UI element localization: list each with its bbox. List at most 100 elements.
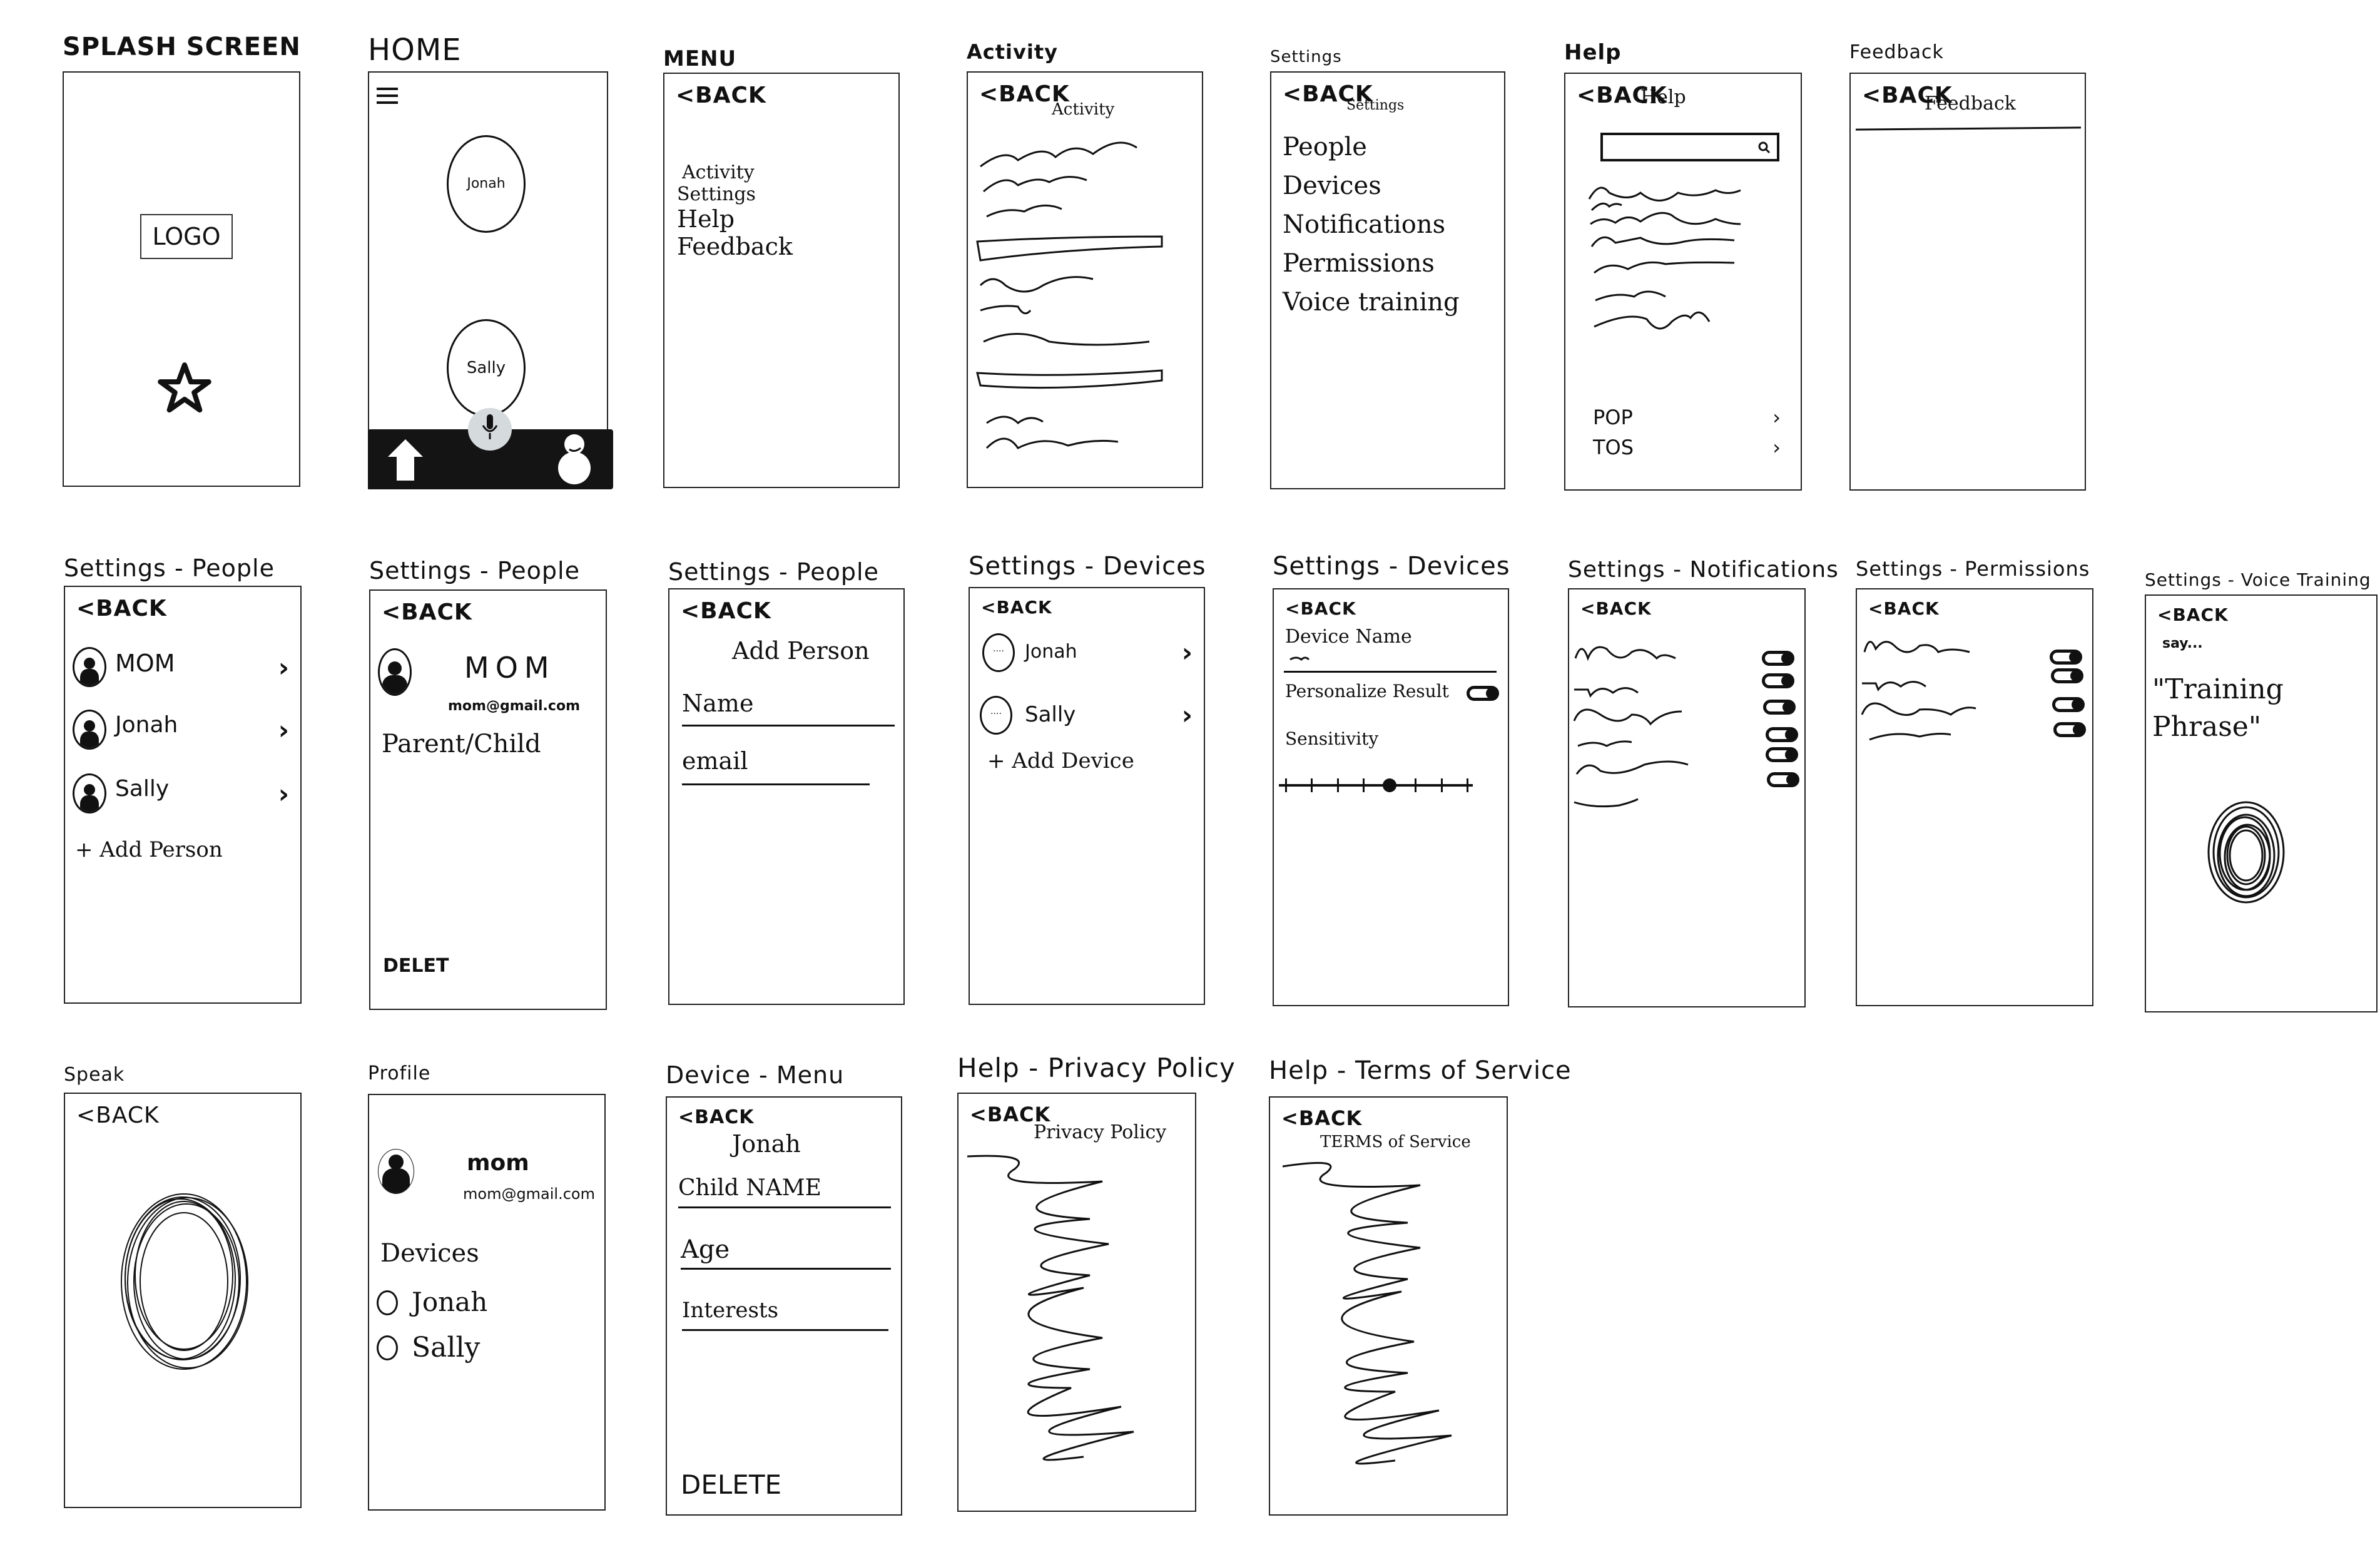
menu-list: Activity Settings Help Feedback	[677, 161, 793, 260]
phone-frame: <BACK	[1856, 588, 2093, 1006]
interests-field[interactable]: Interests	[682, 1298, 888, 1331]
phone-frame: <BACK Settings People Devices Notificati…	[1270, 71, 1505, 489]
delete-device-button[interactable]: DELETE	[681, 1469, 781, 1500]
permission-toggle[interactable]	[2052, 697, 2085, 712]
screen-caption: Feedback	[1849, 41, 1944, 63]
add-person-button[interactable]: + Add Person	[75, 837, 223, 862]
settings-item-voice-training[interactable]: Voice training	[1283, 283, 1460, 322]
help-link-terms-of-service[interactable]: TOS ›	[1593, 436, 1781, 459]
name-field[interactable]: Name	[682, 690, 895, 727]
logo-box: LOGO	[140, 214, 233, 259]
person-role[interactable]: Parent/Child	[382, 730, 541, 758]
add-device-button[interactable]: + Add Device	[987, 748, 1134, 773]
menu-item-help[interactable]: Help	[677, 205, 793, 233]
home-arrow-icon[interactable]	[387, 438, 424, 482]
screen-caption: Settings - People	[64, 554, 275, 582]
back-button[interactable]: <BACK	[1285, 598, 1356, 619]
device-row-sally[interactable]: ···· Sally ›	[970, 696, 1204, 740]
menu-item-activity[interactable]: Activity	[682, 161, 793, 183]
person-row-sally[interactable]: Sally ›	[65, 773, 300, 817]
link-label: POP	[1593, 405, 1633, 429]
email-field[interactable]: email	[682, 747, 870, 785]
feedback-text-input[interactable]	[1855, 126, 2082, 131]
microphone-button[interactable]	[468, 408, 512, 451]
permission-toggle[interactable]	[2053, 722, 2086, 737]
profile-name: Jonah	[467, 176, 506, 191]
menu-item-settings[interactable]: Settings	[677, 183, 793, 205]
permission-toggle[interactable]	[2051, 668, 2083, 683]
device-row-jonah[interactable]: ···· Jonah ›	[970, 633, 1204, 677]
device-name-label: Device Name	[1285, 626, 1412, 648]
chevron-right-icon: ›	[278, 715, 289, 745]
screen-title: Jonah	[732, 1130, 801, 1158]
chevron-right-icon: ›	[1772, 405, 1781, 429]
person-row-jonah[interactable]: Jonah ›	[65, 710, 300, 753]
screen-caption: Help - Terms of Service	[1269, 1056, 1572, 1085]
phone-frame: <BACK Feedback	[1849, 73, 2086, 491]
user-profile-icon[interactable]	[556, 432, 593, 486]
screen-caption: MENU	[663, 46, 737, 71]
screen-caption: Settings - Permissions	[1856, 557, 2090, 581]
notification-toggle[interactable]	[1762, 651, 1794, 666]
notification-toggle[interactable]	[1763, 700, 1796, 715]
profile-bubble-jonah[interactable]: Jonah	[447, 135, 526, 233]
slider-tick	[1467, 778, 1468, 792]
screen-people-detail: Settings - People <BACK MOM mom@gmail.co…	[369, 557, 607, 1010]
screen-caption: Settings - People	[369, 557, 580, 584]
profile-bubble-sally[interactable]: Sally	[447, 319, 526, 417]
slider-tick	[1285, 778, 1287, 792]
settings-item-people[interactable]: People	[1283, 128, 1460, 166]
screen-caption: Settings - Devices	[1273, 552, 1510, 581]
notification-toggle[interactable]	[1766, 747, 1798, 762]
back-button[interactable]: <BACK	[676, 83, 766, 108]
screen-caption: Settings - Voice Training	[2145, 569, 2371, 590]
back-button[interactable]: <BACK	[2157, 604, 2229, 625]
permission-toggle[interactable]	[2050, 650, 2082, 665]
device-name-input[interactable]	[1284, 652, 1497, 673]
screen-splash: SPLASH SCREEN LOGO	[63, 33, 300, 487]
sensitivity-slider[interactable]	[1279, 776, 1473, 795]
phone-frame: <BACK Activity Settings Help Feedback	[663, 73, 900, 488]
email-field-label: email	[682, 747, 748, 775]
screen-menu: MENU <BACK Activity Settings Help Feedba…	[663, 46, 900, 488]
settings-item-permissions[interactable]: Permissions	[1283, 244, 1460, 283]
phone-frame: <BACK Jonah Child NAME Age Interests DEL…	[666, 1096, 902, 1516]
avatar	[73, 773, 106, 813]
avatar	[378, 1149, 414, 1194]
back-button[interactable]: <BACK	[981, 597, 1052, 618]
bottom-nav-bar	[368, 408, 613, 489]
field-label: Interests	[682, 1298, 779, 1323]
notification-toggle[interactable]	[1767, 772, 1799, 787]
record-button-icon[interactable]	[2184, 783, 2309, 921]
chevron-right-icon: ›	[278, 652, 289, 683]
hamburger-menu-icon[interactable]	[377, 88, 398, 104]
person-row-mom[interactable]: MOM ›	[65, 647, 300, 691]
slider-handle[interactable]	[1382, 778, 1396, 792]
back-button[interactable]: <BACK	[678, 1106, 754, 1128]
screen-privacy-policy: Help - Privacy Policy <BACK Privacy Poli…	[957, 1053, 1235, 1512]
personalize-result-toggle[interactable]	[1467, 686, 1499, 701]
settings-item-notifications[interactable]: Notifications	[1283, 205, 1460, 244]
back-button[interactable]: <BACK	[681, 598, 771, 624]
help-link-privacy-policy[interactable]: POP ›	[1593, 405, 1781, 429]
screen-people-list: Settings - People <BACK MOM › Jonah › Sa…	[64, 554, 302, 1004]
notification-toggle[interactable]	[1766, 727, 1798, 742]
child-name-field[interactable]: Child NAME	[678, 1175, 891, 1208]
back-button[interactable]: <BACK	[382, 599, 472, 625]
settings-item-devices[interactable]: Devices	[1283, 166, 1460, 205]
slider-tick	[1440, 778, 1443, 792]
notification-toggle[interactable]	[1762, 673, 1794, 688]
screen-home: HOME Jonah Sally	[368, 33, 613, 489]
phone-frame: <BACK MOM mom@gmail.com Parent/Child DEL…	[369, 589, 607, 1010]
link-label: TOS	[1593, 436, 1634, 459]
menu-item-feedback[interactable]: Feedback	[677, 233, 793, 260]
back-button[interactable]: <BACK	[76, 1103, 160, 1128]
sensitivity-label: Sensitivity	[1285, 728, 1379, 749]
back-button[interactable]: <BACK	[76, 596, 167, 621]
chevron-right-icon: ›	[278, 778, 289, 809]
delete-person-button[interactable]: DELET	[383, 955, 449, 977]
age-field[interactable]: Age	[681, 1235, 891, 1270]
personalize-result-label: Personalize Result	[1285, 681, 1449, 701]
device-name: Jonah	[1025, 641, 1077, 663]
screen-caption: Device - Menu	[666, 1061, 845, 1089]
